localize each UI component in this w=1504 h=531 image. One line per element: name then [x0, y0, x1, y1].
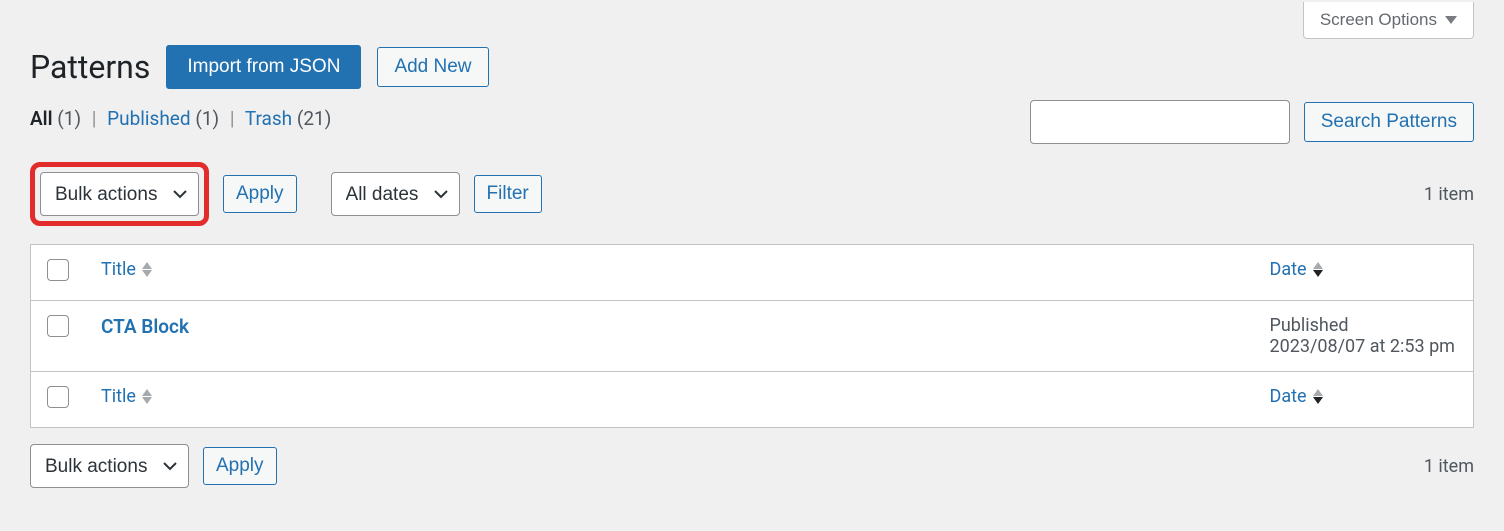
column-title-header[interactable]: Title [101, 259, 152, 280]
row-title-link[interactable]: CTA Block [101, 315, 189, 338]
tablenav-top: Bulk actions Apply All dates Filter 1 it… [30, 162, 1474, 226]
filter-all-count: (1) [57, 107, 81, 130]
date-filter-select[interactable]: All dates [331, 172, 460, 216]
sort-icon [142, 389, 152, 404]
screen-options-button[interactable]: Screen Options [1303, 2, 1474, 39]
screen-options-label: Screen Options [1320, 10, 1437, 30]
row-status: Published [1270, 315, 1458, 336]
select-all-checkbox[interactable] [47, 259, 69, 281]
sort-icon [1313, 262, 1323, 277]
column-date-footer[interactable]: Date [1270, 386, 1323, 407]
column-date-header[interactable]: Date [1270, 259, 1323, 280]
item-count-top: 1 item [1424, 184, 1474, 205]
search-input[interactable] [1030, 100, 1290, 144]
bulk-actions-select[interactable]: Bulk actions [40, 172, 199, 216]
filter-trash[interactable]: Trash [245, 107, 292, 130]
filter-all[interactable]: All [30, 107, 53, 130]
bulk-actions-select-bottom[interactable]: Bulk actions [30, 444, 189, 488]
item-count-bottom: 1 item [1424, 456, 1474, 477]
search-button[interactable]: Search Patterns [1304, 102, 1474, 142]
apply-button-bottom[interactable]: Apply [203, 447, 277, 485]
add-new-button[interactable]: Add New [377, 47, 488, 87]
sort-icon [1313, 389, 1323, 404]
apply-button-top[interactable]: Apply [223, 175, 297, 213]
import-json-button[interactable]: Import from JSON [166, 45, 361, 89]
caret-down-icon [1445, 16, 1457, 24]
filter-published-count: (1) [195, 107, 219, 130]
filter-button[interactable]: Filter [474, 175, 542, 213]
page-header: Patterns Import from JSON Add New [30, 45, 1474, 89]
select-all-checkbox-footer[interactable] [47, 386, 69, 408]
column-title-footer[interactable]: Title [101, 386, 152, 407]
filter-trash-count: (21) [297, 107, 331, 130]
filter-published[interactable]: Published [107, 107, 190, 130]
sort-icon [142, 262, 152, 277]
page-title: Patterns [30, 48, 150, 86]
row-date: 2023/08/07 at 2:53 pm [1270, 336, 1455, 357]
table-row: CTA Block Published 2023/08/07 at 2:53 p… [31, 301, 1474, 372]
tablenav-bottom: Bulk actions Apply 1 item [30, 444, 1474, 488]
row-checkbox[interactable] [47, 315, 69, 337]
bulk-actions-highlight: Bulk actions [30, 162, 209, 226]
patterns-table: Title Date CTA Block Publish [30, 244, 1474, 428]
